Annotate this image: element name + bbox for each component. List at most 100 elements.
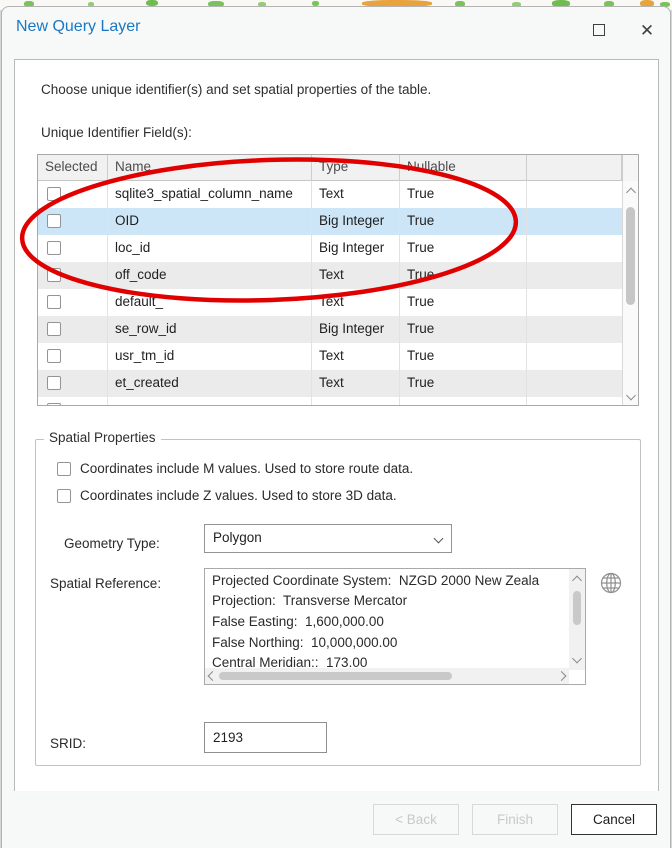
cell-field-name: default_ bbox=[108, 289, 312, 316]
finish-button[interactable]: Finish bbox=[472, 804, 558, 835]
cell-field-type: Text bbox=[312, 181, 400, 208]
column-header-scroll-spacer bbox=[622, 155, 638, 181]
intro-text: Choose unique identifier(s) and set spat… bbox=[41, 82, 431, 97]
geometry-type-label: Geometry Type: bbox=[64, 536, 160, 551]
row-checkbox[interactable] bbox=[47, 187, 61, 201]
column-header-nullable[interactable]: Nullable bbox=[400, 155, 527, 181]
cell-field-nullable: True bbox=[400, 262, 527, 289]
cell-field-name: usr_tm_id bbox=[108, 343, 312, 370]
cell-field-nullable: True bbox=[400, 289, 527, 316]
column-header-selected[interactable]: Selected bbox=[38, 155, 108, 181]
row-checkbox[interactable] bbox=[47, 376, 61, 390]
unique-identifier-label: Unique Identifier Field(s): bbox=[41, 125, 192, 140]
spatial-reference-hscrollbar[interactable] bbox=[205, 668, 569, 684]
cell-field-type: Big Integer bbox=[312, 316, 400, 343]
column-header-empty bbox=[527, 155, 622, 181]
row-checkbox[interactable] bbox=[47, 268, 61, 282]
m-values-checkbox[interactable] bbox=[57, 462, 71, 476]
cell-field-nullable: True bbox=[400, 316, 527, 343]
table-row[interactable]: se_row_idBig IntegerTrue bbox=[38, 316, 638, 343]
cell-field-name: off_code bbox=[108, 262, 312, 289]
column-header-type[interactable]: Type bbox=[312, 155, 400, 181]
row-checkbox[interactable] bbox=[47, 214, 61, 228]
spatial-properties-group: Spatial Properties Coordinates include M… bbox=[35, 439, 641, 766]
spatial-properties-legend: Spatial Properties bbox=[44, 430, 161, 445]
cancel-button[interactable]: Cancel bbox=[571, 804, 657, 835]
srid-label: SRID: bbox=[50, 736, 86, 751]
geometry-type-value: Polygon bbox=[213, 530, 262, 545]
cell-field-nullable: True bbox=[400, 343, 527, 370]
dialog-title: New Query Layer bbox=[16, 18, 141, 36]
row-checkbox[interactable] bbox=[47, 241, 61, 255]
cell-field-name: se_row_id bbox=[108, 316, 312, 343]
table-row[interactable]: et_createdTextTrue bbox=[38, 370, 638, 397]
m-values-label: Coordinates include M values. Used to st… bbox=[80, 461, 413, 476]
table-vertical-scrollbar[interactable] bbox=[622, 181, 638, 406]
cell-field-name: sqlite3_spatial_column_name bbox=[108, 181, 312, 208]
z-values-checkbox[interactable] bbox=[57, 489, 71, 503]
maximize-button[interactable] bbox=[584, 15, 614, 45]
scroll-up-icon[interactable] bbox=[572, 576, 582, 586]
geometry-type-dropdown[interactable]: Polygon bbox=[204, 524, 452, 553]
table-header-row: Selected Name Type Nullable bbox=[38, 155, 638, 181]
cell-field-nullable: True bbox=[400, 208, 527, 235]
table-row[interactable]: default_TextTrue bbox=[38, 289, 638, 316]
new-query-layer-dialog: New Query Layer ✕ Choose unique identifi… bbox=[1, 6, 671, 848]
cell-field-name: OID bbox=[108, 208, 312, 235]
m-values-checkbox-row[interactable]: Coordinates include M values. Used to st… bbox=[57, 461, 413, 476]
table-row[interactable]: loc_idBig IntegerTrue bbox=[38, 235, 638, 262]
maximize-icon bbox=[593, 24, 605, 36]
close-button[interactable]: ✕ bbox=[632, 15, 662, 45]
spatial-reference-label: Spatial Reference: bbox=[50, 576, 161, 591]
grid-body: sqlite3_spatial_column_nameTextTrueOIDBi… bbox=[38, 181, 638, 405]
cell-field-type: Text bbox=[312, 343, 400, 370]
back-button[interactable]: < Back bbox=[373, 804, 459, 835]
row-checkbox[interactable] bbox=[47, 349, 61, 363]
spatial-reference-line: Projected Coordinate System: NZGD 2000 N… bbox=[212, 571, 569, 590]
spatial-reference-line: Central Meridian:: 173.00 bbox=[212, 653, 569, 668]
table-scrollbar-thumb[interactable] bbox=[626, 207, 635, 305]
cell-field-nullable: True bbox=[400, 370, 527, 397]
cell-field-type: Text bbox=[312, 370, 400, 397]
titlebar[interactable]: New Query Layer ✕ bbox=[2, 7, 670, 59]
chevron-down-icon bbox=[434, 534, 444, 544]
spatial-reference-box[interactable]: Projected Coordinate System: NZGD 2000 N… bbox=[204, 568, 586, 685]
scroll-up-icon[interactable] bbox=[626, 188, 636, 198]
row-checkbox[interactable] bbox=[47, 403, 61, 405]
spatial-reference-vscrollbar[interactable] bbox=[569, 569, 585, 670]
scroll-left-icon[interactable] bbox=[208, 671, 218, 681]
cell-field-type: Text bbox=[312, 289, 400, 316]
close-icon: ✕ bbox=[640, 22, 654, 39]
srid-input[interactable] bbox=[204, 722, 327, 753]
cell-field-nullable: True bbox=[400, 181, 527, 208]
vscrollbar-thumb[interactable] bbox=[573, 591, 581, 625]
table-row[interactable]: sqlite3_spatial_column_nameTextTrue bbox=[38, 181, 638, 208]
cell-field-name: loc_id bbox=[108, 235, 312, 262]
footer-bar: < Back Finish Cancel bbox=[2, 791, 670, 848]
spatial-reference-line: Projection: Transverse Mercator bbox=[212, 591, 569, 610]
hscrollbar-thumb[interactable] bbox=[219, 672, 452, 680]
row-checkbox[interactable] bbox=[47, 322, 61, 336]
cell-field-type: Text bbox=[312, 262, 400, 289]
column-header-name[interactable]: Name bbox=[108, 155, 312, 181]
z-values-label: Coordinates include Z values. Used to st… bbox=[80, 488, 397, 503]
content-panel: Choose unique identifier(s) and set spat… bbox=[14, 59, 659, 792]
cell-field-nullable: True bbox=[400, 235, 527, 262]
scroll-down-icon[interactable] bbox=[626, 391, 636, 401]
spatial-reference-line: False Northing: 10,000,000.00 bbox=[212, 633, 569, 652]
table-row[interactable]: off_codeTextTrue bbox=[38, 262, 638, 289]
cell-field-name: et_created bbox=[108, 370, 312, 397]
cell-field-type: Big Integer bbox=[312, 235, 400, 262]
table-row-partial[interactable] bbox=[38, 397, 638, 405]
table-row[interactable]: usr_tm_idTextTrue bbox=[38, 343, 638, 370]
spatial-reference-text: Projected Coordinate System: NZGD 2000 N… bbox=[205, 569, 569, 668]
table-row[interactable]: OIDBig IntegerTrue bbox=[38, 208, 638, 235]
row-checkbox[interactable] bbox=[47, 295, 61, 309]
scroll-right-icon[interactable] bbox=[557, 671, 567, 681]
scroll-down-icon[interactable] bbox=[572, 654, 582, 664]
z-values-checkbox-row[interactable]: Coordinates include Z values. Used to st… bbox=[57, 488, 397, 503]
fields-table: Selected Name Type Nullable sqlite3_spat… bbox=[37, 154, 639, 406]
cell-field-type: Big Integer bbox=[312, 208, 400, 235]
globe-icon[interactable] bbox=[599, 571, 623, 595]
spatial-reference-line: False Easting: 1,600,000.00 bbox=[212, 612, 569, 631]
